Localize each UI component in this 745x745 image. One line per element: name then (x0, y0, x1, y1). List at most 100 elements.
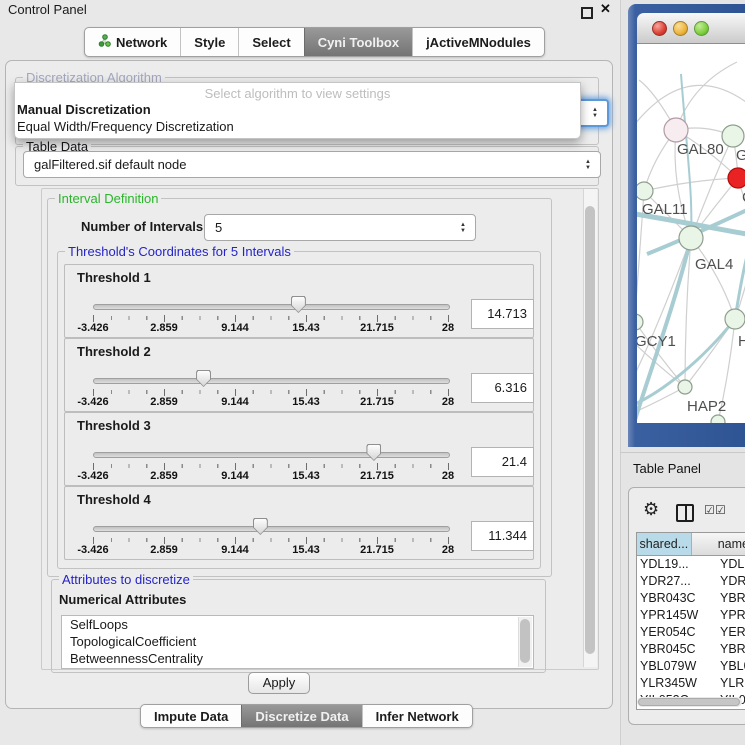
network-canvas[interactable]: GAL80GACGAL11GAL4GCY1HHAP2 (637, 44, 745, 423)
slider-major-tick (164, 389, 165, 396)
slider-tick-label: 28 (418, 544, 478, 556)
close-traffic-light-icon[interactable] (652, 21, 667, 36)
top-tab-bar: Network Style SelectCyni ToolboxjActiveMNo… (84, 27, 545, 57)
node-label: GA (736, 147, 745, 164)
network-node[interactable] (664, 118, 688, 142)
table-row[interactable]: YBR043CYBR0 (637, 590, 745, 607)
table-row[interactable]: YDR27...YDR2 (637, 573, 745, 590)
network-edge[interactable] (637, 344, 685, 387)
table-row[interactable]: YBL079WYBL0 (637, 658, 745, 675)
list-scrollbar-thumb[interactable] (520, 619, 530, 663)
float-window-icon[interactable] (581, 7, 593, 19)
network-node[interactable] (678, 380, 692, 394)
threshold-2-panel: Threshold 2-3.4262.8599.14415.4321.71528… (64, 338, 534, 412)
table-row[interactable]: YLR345WYLR3 (637, 675, 745, 692)
slider-thumb[interactable] (196, 370, 211, 387)
slider-major-tick (306, 389, 307, 396)
tab-select[interactable]: Select (238, 28, 303, 56)
slider-major-tick (93, 537, 94, 544)
vertical-scrollbar-thumb[interactable] (585, 206, 595, 654)
horizontal-scrollbar-track[interactable] (637, 697, 742, 707)
checkbox-checked-icon[interactable]: ☑ (704, 503, 715, 517)
network-node[interactable] (728, 168, 745, 188)
horizontal-scrollbar-thumb[interactable] (638, 698, 740, 706)
attributes-group-title: Attributes to discretize (59, 572, 193, 587)
slider-tick-label: 28 (418, 322, 478, 334)
tab-infer-network[interactable]: Infer Network (362, 705, 472, 727)
tab-discretize-data[interactable]: Discretize Data (241, 705, 361, 727)
slider-tick-label: -3.426 (63, 470, 123, 482)
apply-button[interactable]: Apply (248, 672, 310, 694)
slider-major-tick (448, 463, 449, 470)
slider-track[interactable] (93, 526, 450, 532)
checkbox-checked-icon[interactable]: ☑ (715, 503, 726, 517)
table-row[interactable]: YDL19...YDL1 (637, 556, 745, 573)
split-table-icon[interactable] (676, 504, 694, 522)
table-row[interactable]: YER054CYER0 (637, 624, 745, 641)
table-data-value: galFiltered.sif default node (34, 157, 186, 172)
network-node[interactable] (679, 226, 703, 250)
network-node[interactable] (637, 314, 643, 330)
network-node[interactable] (711, 415, 725, 423)
list-scrollbar-track[interactable] (518, 617, 532, 667)
menu-item-equal-width-frequency[interactable]: Equal Width/Frequency Discretization (17, 119, 234, 134)
tab-style[interactable]: Style (180, 28, 238, 56)
slider-thumb[interactable] (291, 296, 306, 313)
threshold-value-field[interactable]: 11.344 (471, 521, 534, 551)
network-window-titlebar[interactable] (637, 13, 745, 44)
threshold-value-field[interactable]: 6.316 (471, 373, 534, 403)
threshold-label: Threshold 3 (77, 418, 151, 433)
tab-network[interactable]: Network (85, 28, 180, 56)
tab-cyni-toolbox[interactable]: Cyni Toolbox (304, 28, 412, 56)
control-panel: Control Panel ✕ Network Style SelectCyni T… (0, 0, 621, 745)
list-item[interactable]: SelfLoops (62, 616, 533, 633)
cell-shared-name: YER054C (637, 624, 712, 641)
column-header-name[interactable]: name (692, 533, 745, 555)
slider-major-tick (93, 463, 94, 470)
menu-item-manual-discretization[interactable]: Manual Discretization (17, 102, 151, 117)
gear-icon[interactable]: ⚙ (643, 499, 659, 520)
slider-track[interactable] (93, 452, 450, 458)
slider-major-tick (448, 537, 449, 544)
slider-tick-label: 9.144 (205, 322, 265, 334)
table-data-combobox[interactable]: galFiltered.sif default node ▲▼ (23, 151, 601, 178)
table-row[interactable]: YBR045CYBR0 (637, 641, 745, 658)
slider-minor-ticks (93, 390, 449, 394)
list-item[interactable]: TopologicalCoefficient (62, 633, 533, 650)
network-view-window[interactable]: GAL80GACGAL11GAL4GCY1HHAP2 (628, 4, 745, 447)
tab-impute-data[interactable]: Impute Data (141, 705, 241, 727)
network-edge[interactable] (691, 238, 735, 319)
thresholds-group: Threshold's Coordinates for 5 Intervals … (57, 251, 541, 569)
table-row[interactable]: YPR145WYPR1 (637, 607, 745, 624)
slider-minor-ticks (93, 464, 449, 468)
slider-major-tick (377, 315, 378, 322)
panel-title: Control Panel (8, 2, 87, 17)
algorithm-hint: Select algorithm to view settings (15, 86, 580, 101)
minimize-traffic-light-icon[interactable] (673, 21, 688, 36)
numerical-attributes-list[interactable]: SelfLoopsTopologicalCoefficientBetweenne… (61, 615, 534, 669)
network-node[interactable] (722, 125, 744, 147)
slider-track[interactable] (93, 378, 450, 384)
column-header-shared-name[interactable]: shared... (637, 533, 692, 555)
close-icon[interactable]: ✕ (600, 1, 611, 17)
threshold-value-field[interactable]: 14.713 (471, 299, 534, 329)
slider-thumb[interactable] (253, 518, 268, 535)
slider-major-tick (235, 537, 236, 544)
threshold-value-field[interactable]: 21.4 (471, 447, 534, 477)
tab-jactivemnodules[interactable]: jActiveMNodules (412, 28, 544, 56)
network-node[interactable] (637, 182, 653, 200)
node-label: GAL80 (677, 141, 724, 158)
slider-tick-label: 15.43 (276, 470, 336, 482)
slider-tick-label: 9.144 (205, 544, 265, 556)
slider-thumb[interactable] (366, 444, 381, 461)
slider-track[interactable] (93, 304, 450, 310)
tab-label: Style (194, 35, 225, 50)
network-node[interactable] (725, 309, 745, 329)
number-of-intervals-combobox[interactable]: 5 ▲▼ (204, 214, 476, 241)
list-item[interactable]: BetweennessCentrality (62, 650, 533, 667)
threshold-3-panel: Threshold 3-3.4262.8599.14415.4321.71528… (64, 412, 534, 486)
zoom-traffic-light-icon[interactable] (694, 21, 709, 36)
table-panel-title: Table Panel (633, 461, 701, 476)
node-attribute-table[interactable]: shared... name YDL19...YDL1YDR27...YDR2Y… (636, 532, 745, 710)
network-edge[interactable] (637, 85, 745, 124)
